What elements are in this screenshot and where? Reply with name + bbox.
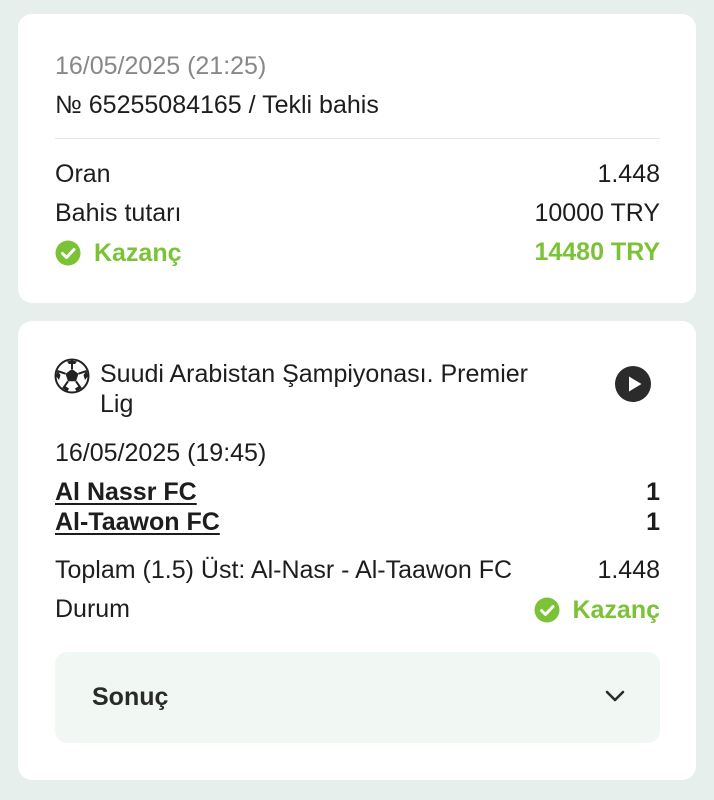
odds-label: Oran [55, 160, 111, 188]
odds-value: 1.448 [597, 160, 660, 188]
soccer-ball-icon [54, 358, 90, 394]
divider [55, 138, 660, 139]
league-name: Suudi Arabistan Şampiyonası. Premier Lig [100, 360, 528, 418]
team-away[interactable]: Al-Taawon FC [55, 507, 220, 537]
score-home: 1 [646, 478, 660, 506]
win-row: Kazanç [55, 237, 182, 268]
status-label: Durum [55, 595, 131, 623]
bet-summary-card: 16/05/2025 (21:25) № 65255084165 / Tekli… [18, 14, 696, 303]
play-circle-icon[interactable] [614, 365, 652, 403]
stake-value: 10000 TRY [534, 199, 660, 227]
team-home[interactable]: Al Nassr FC [55, 477, 197, 507]
result-label: Sonuç [92, 683, 169, 711]
status-badge: Kazanç [534, 594, 660, 625]
market-description: Toplam (1.5) Üst: Al-Nasr - Al-Taawon FC [55, 556, 513, 584]
status-value: Kazanç [572, 596, 660, 625]
event-card: Suudi Arabistan Şampiyonası. Premier Lig… [18, 321, 696, 780]
market-odds: 1.448 [597, 556, 660, 584]
chevron-down-icon[interactable] [604, 685, 626, 707]
win-label: Kazanç [93, 239, 182, 268]
result-dropdown[interactable]: Sonuç [55, 652, 660, 743]
bet-datetime: 16/05/2025 (21:25) [55, 52, 267, 80]
event-datetime: 16/05/2025 (19:45) [55, 439, 267, 467]
score-away: 1 [646, 508, 660, 536]
win-amount: 14480 TRY [534, 238, 660, 266]
check-circle-icon [534, 597, 560, 623]
ticket-number: № 65255084165 / Tekli bahis [55, 91, 379, 119]
stake-label: Bahis tutarı [55, 199, 182, 227]
check-circle-icon [55, 240, 81, 266]
